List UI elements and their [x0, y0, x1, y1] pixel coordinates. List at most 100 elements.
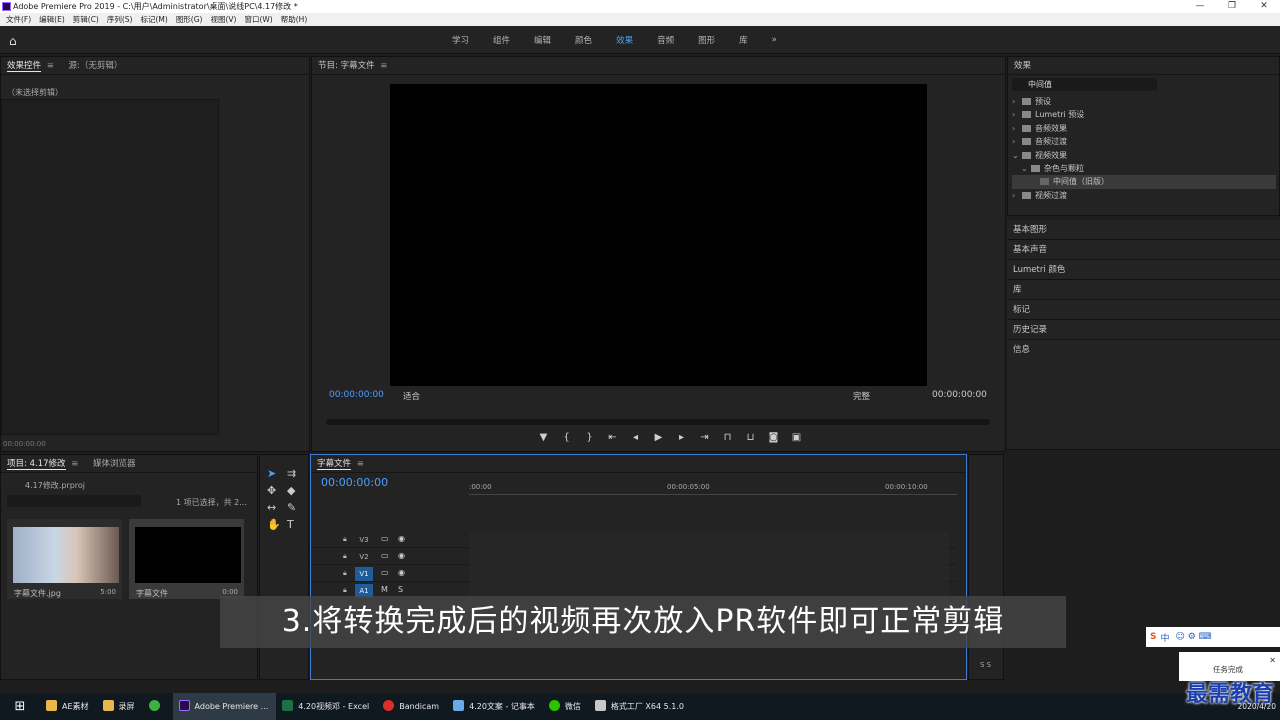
panel-lumetri-color[interactable]: Lumetri 颜色: [1007, 260, 1280, 280]
pen-tool-icon[interactable]: ✎: [287, 501, 307, 514]
program-monitor-title[interactable]: 节目: 字幕文件: [318, 61, 375, 71]
timeline-timecode[interactable]: 00:00:00:00: [321, 476, 388, 489]
close-button[interactable]: ✕: [1248, 0, 1280, 13]
project-item-selected[interactable]: 字幕文件 0:00: [129, 519, 244, 599]
workspace-tab-editing[interactable]: 编辑: [534, 34, 551, 46]
effects-search-input[interactable]: 中间值: [1012, 78, 1157, 91]
track-lane[interactable]: [469, 566, 949, 582]
menu-markers[interactable]: 标记(M): [136, 13, 171, 26]
mute-icon[interactable]: M: [381, 585, 388, 594]
sogou-icon[interactable]: S: [1150, 632, 1156, 642]
step-back-icon[interactable]: ◂: [624, 432, 647, 443]
tab-effect-controls[interactable]: 效果控件: [7, 61, 42, 72]
solo-labels[interactable]: S S: [980, 661, 991, 669]
workspace-overflow-button[interactable]: »: [772, 35, 777, 45]
panel-markers[interactable]: 标记: [1007, 300, 1280, 320]
lock-icon[interactable]: 🔒︎: [343, 569, 347, 578]
workspace-tab-color[interactable]: 颜色: [575, 34, 592, 46]
home-icon[interactable]: ⌂: [9, 34, 17, 48]
panel-info[interactable]: 信息: [1007, 340, 1280, 450]
taskbar-item[interactable]: 4.20文案 - 记事本: [447, 693, 543, 720]
extract-icon[interactable]: ⊔: [739, 432, 762, 443]
program-scrub-bar[interactable]: [326, 419, 990, 425]
panel-history[interactable]: 历史记录: [1007, 320, 1280, 340]
menu-edit[interactable]: 编辑(E): [35, 13, 69, 26]
menu-graphics[interactable]: 图形(G): [172, 13, 207, 26]
tree-item[interactable]: › 预设: [1012, 95, 1276, 108]
tree-item[interactable]: ⌄ 杂色与颗粒: [1012, 162, 1276, 175]
solo-icon[interactable]: S: [398, 585, 403, 594]
program-video-frame[interactable]: [390, 84, 927, 386]
project-item[interactable]: 字幕文件.jpg 5:00: [7, 519, 122, 599]
export-frame-icon[interactable]: ◙: [762, 432, 785, 443]
project-search-input[interactable]: [7, 495, 141, 507]
timeline-sequence-tab[interactable]: 字幕文件: [317, 459, 352, 470]
eye-icon[interactable]: ◉: [398, 534, 405, 543]
taskbar-item[interactable]: 录屏: [97, 693, 143, 720]
slip-tool-icon[interactable]: ↔: [267, 501, 287, 514]
lock-icon[interactable]: 🔒︎: [343, 535, 347, 544]
taskbar-item[interactable]: 4.20视频邓 - Excel: [276, 693, 377, 720]
windows-start-icon[interactable]: ⊞: [0, 693, 40, 720]
razor-tool-icon[interactable]: ◆: [287, 484, 307, 497]
panel-libraries[interactable]: 库: [1007, 280, 1280, 300]
tree-item-selected[interactable]: 中间值（旧版）: [1012, 175, 1276, 189]
menu-file[interactable]: 文件(F): [2, 13, 35, 26]
tab-source[interactable]: 源:（无剪辑）: [69, 61, 123, 71]
workspace-tab-effects[interactable]: 效果: [616, 34, 633, 46]
eye-icon[interactable]: ◉: [398, 568, 405, 577]
close-icon[interactable]: ✕: [1269, 656, 1276, 665]
track-select-tool-icon[interactable]: ⇉: [287, 467, 307, 480]
play-icon[interactable]: ▶: [647, 432, 670, 443]
panel-essential-graphics[interactable]: 基本图形: [1007, 220, 1280, 240]
tab-project[interactable]: 项目: 4.17修改: [7, 459, 66, 470]
tab-media-browser[interactable]: 媒体浏览器: [93, 459, 136, 469]
menu-clip[interactable]: 剪辑(C): [69, 13, 103, 26]
playback-resolution-select[interactable]: 完整: [853, 390, 870, 402]
lock-icon[interactable]: 🔒︎: [343, 552, 347, 561]
add-marker-icon[interactable]: ▼: [532, 432, 555, 443]
selection-tool-icon[interactable]: ➤: [267, 467, 287, 480]
minimize-button[interactable]: —: [1184, 0, 1216, 13]
panel-menu-icon[interactable]: ≡: [71, 459, 78, 469]
menu-window[interactable]: 窗口(W): [240, 13, 276, 26]
effects-panel-title[interactable]: 效果: [1014, 61, 1031, 71]
maximize-button[interactable]: ❐: [1216, 0, 1248, 13]
taskbar-item[interactable]: [143, 693, 173, 720]
taskbar-item[interactable]: 微信: [543, 693, 589, 720]
workspace-tab-graphics[interactable]: 图形: [698, 34, 715, 46]
mark-out-icon[interactable]: }: [578, 432, 601, 443]
type-tool-icon[interactable]: T: [287, 518, 307, 531]
taskbar-item-premiere[interactable]: Adobe Premiere ...: [172, 693, 277, 720]
taskbar-item[interactable]: Bandicam: [377, 693, 447, 720]
ime-mode[interactable]: 中: [1160, 631, 1169, 644]
workspace-tab-libraries[interactable]: 库: [739, 34, 748, 46]
tree-item[interactable]: › Lumetri 预设: [1012, 108, 1276, 121]
ime-toolbar[interactable]: S 中 ☺ ⚙ ⌨: [1146, 627, 1280, 647]
ime-settings-icon[interactable]: ☺ ⚙ ⌨: [1176, 632, 1212, 642]
menu-help[interactable]: 帮助(H): [277, 13, 312, 26]
sync-icon[interactable]: ▭: [381, 534, 389, 543]
lock-icon[interactable]: 🔒︎: [343, 586, 347, 595]
workspace-tab-assembly[interactable]: 组件: [493, 34, 510, 46]
panel-essential-sound[interactable]: 基本声音: [1007, 240, 1280, 260]
panel-menu-icon[interactable]: ≡: [380, 61, 387, 71]
mark-in-icon[interactable]: {: [555, 432, 578, 443]
ripple-edit-tool-icon[interactable]: ✥: [267, 484, 287, 497]
panel-menu-icon[interactable]: ≡: [357, 459, 364, 469]
eye-icon[interactable]: ◉: [398, 551, 405, 560]
lift-icon[interactable]: ⊓: [716, 432, 739, 443]
sync-icon[interactable]: ▭: [381, 551, 389, 560]
taskbar-item[interactable]: AE素材: [40, 693, 97, 720]
menu-sequence[interactable]: 序列(S): [103, 13, 137, 26]
panel-menu-icon[interactable]: ≡: [47, 61, 54, 71]
menu-view[interactable]: 视图(V): [206, 13, 240, 26]
track-lane[interactable]: [469, 549, 949, 565]
tree-item[interactable]: › 音频效果: [1012, 122, 1276, 135]
compare-view-icon[interactable]: ▣: [785, 432, 808, 443]
workspace-tab-audio[interactable]: 音频: [657, 34, 674, 46]
tree-item[interactable]: › 音频过渡: [1012, 135, 1276, 148]
tree-item[interactable]: › 视频过渡: [1012, 189, 1276, 202]
go-to-in-icon[interactable]: ⇤: [601, 432, 624, 443]
hand-tool-icon[interactable]: ✋: [267, 518, 287, 531]
